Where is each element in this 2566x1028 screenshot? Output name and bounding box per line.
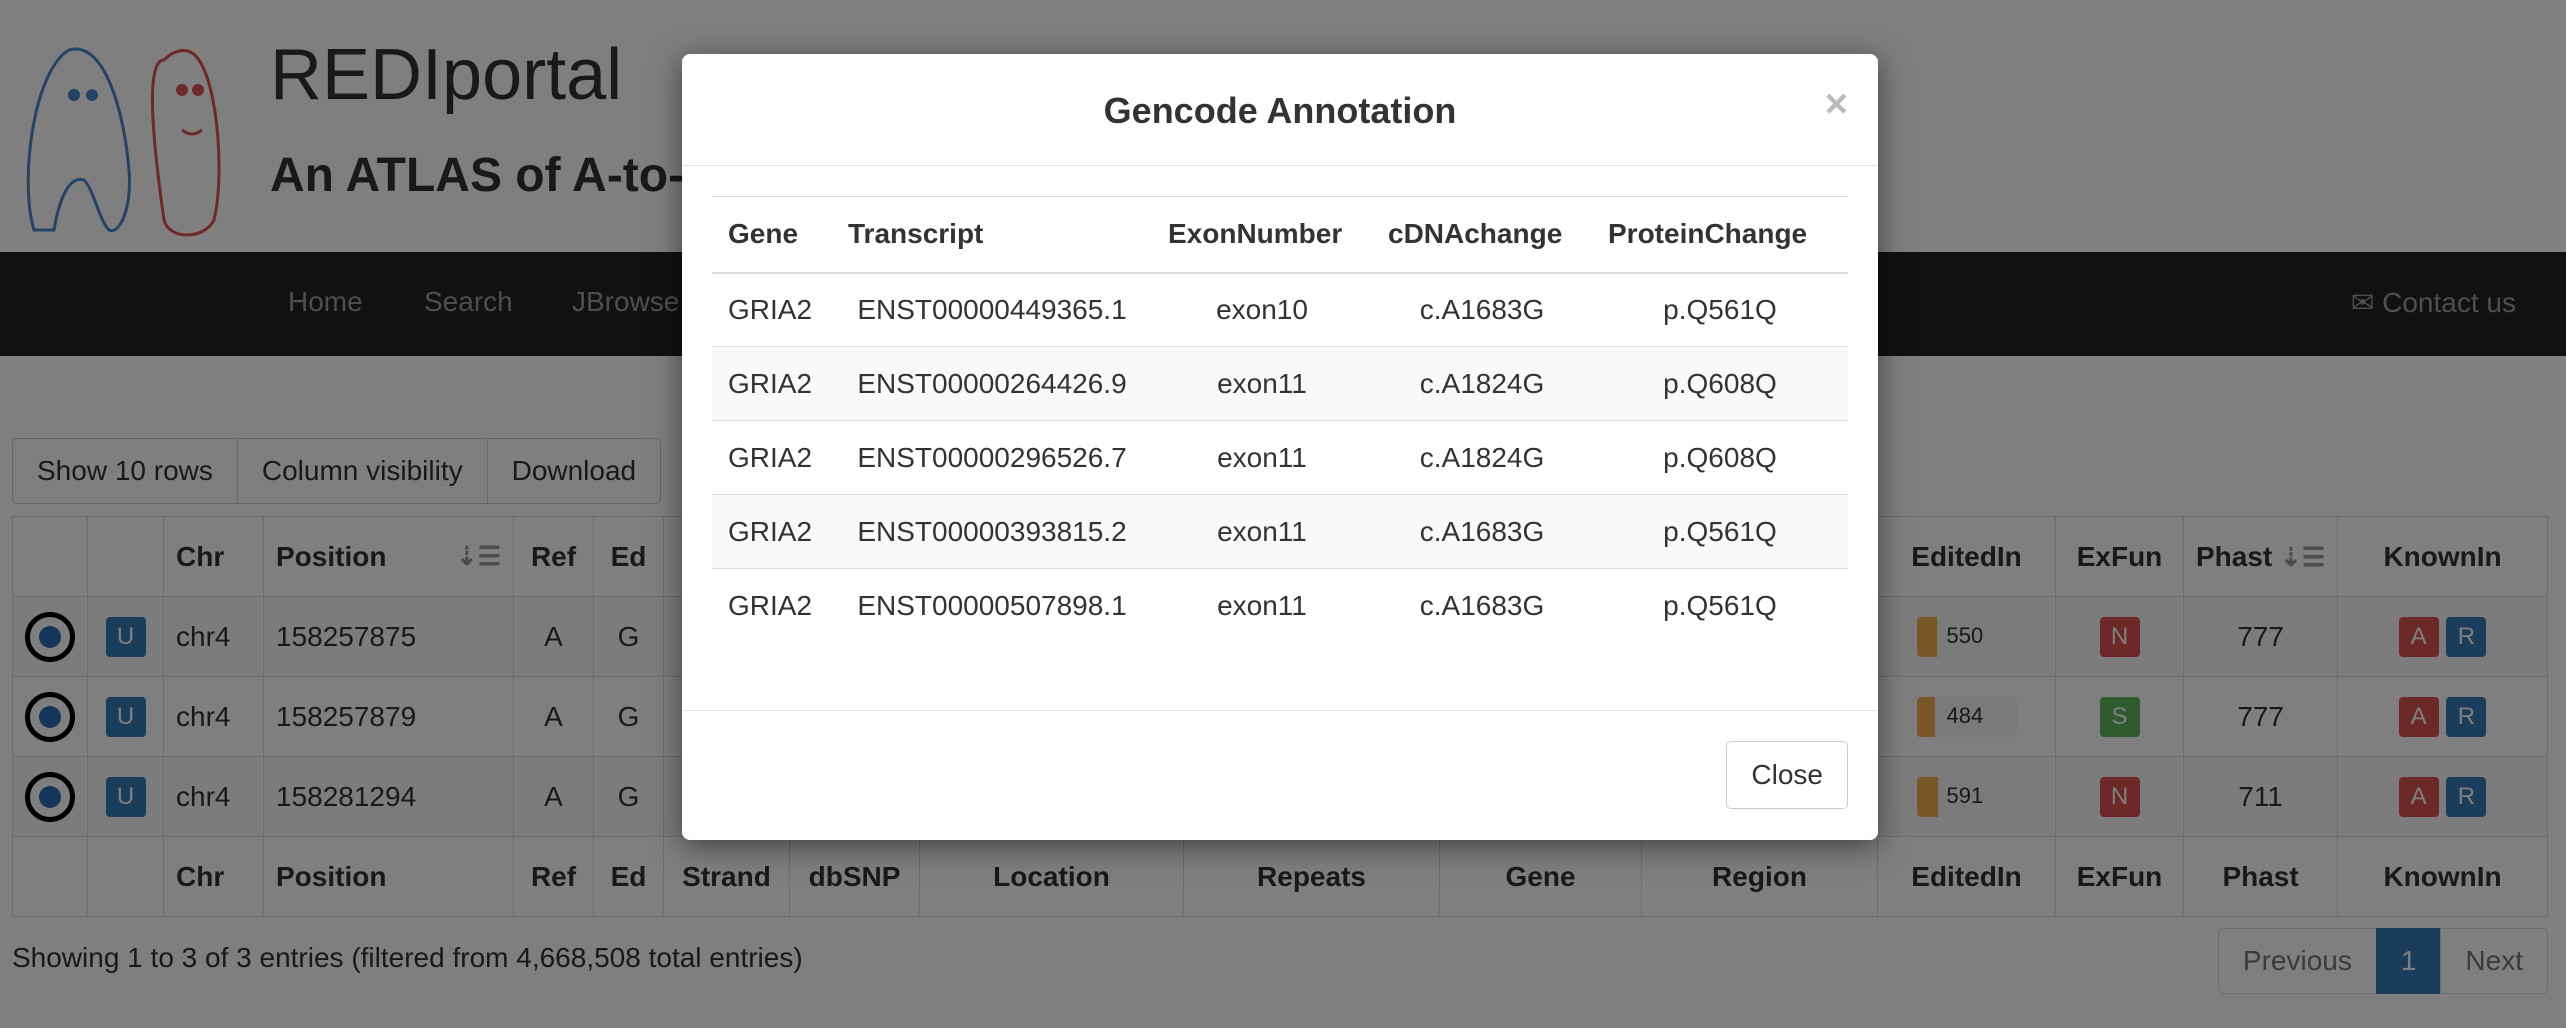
anno-cdna: c.A1824G <box>1372 420 1592 495</box>
anno-cdna: c.A1824G <box>1372 346 1592 421</box>
modal-title: Gencode Annotation <box>1103 90 1457 131</box>
anno-cdna: c.A1683G <box>1419 589 1545 621</box>
close-icon[interactable]: × <box>1825 82 1848 127</box>
annotation-row: GRIA2 ENST00000264426.9 exon11 c.A1824G p.Q6… <box>712 346 1848 421</box>
annotation-row: GRIA2 ENST00000393815.2 exon11 c.A1683G p.Q5… <box>712 494 1848 569</box>
modal-body: Gene Transcript ExonNumber cDNAchange Pr… <box>712 196 1848 643</box>
anno-gene: GRIA2 <box>728 589 813 621</box>
anno-transcript: ENST00000507898.1 <box>857 589 1127 621</box>
modal-header: Gencode Annotation × <box>682 54 1878 166</box>
anno-exon: exon11 <box>1152 420 1372 495</box>
anno-exon: exon11 <box>1217 589 1307 621</box>
anno-header-gene: Gene <box>712 196 832 274</box>
anno-exon: exon11 <box>1152 346 1372 421</box>
anno-exon: exon11 <box>1152 494 1372 569</box>
annotation-row: GRIA2 ENST00000507898.1 exon11 c.A1683G p.Q5… <box>712 569 1848 643</box>
anno-protein: p.Q561Q <box>1663 589 1777 621</box>
annotation-row: GRIA2 ENST00000296526.7 exon11 c.A1824G p.Q6… <box>712 420 1848 495</box>
close-button[interactable]: Close <box>1726 741 1848 809</box>
anno-exon: exon10 <box>1152 272 1372 347</box>
anno-protein: p.Q561Q <box>1592 494 1848 569</box>
modal-footer: Close <box>682 710 1878 840</box>
anno-transcript: ENST00000393815.2 <box>832 494 1152 569</box>
anno-transcript: ENST00000296526.7 <box>832 420 1152 495</box>
anno-gene: GRIA2 <box>712 272 832 347</box>
annotation-header-row: Gene Transcript ExonNumber cDNAchange Pr… <box>712 196 1848 274</box>
annotation-row: GRIA2 ENST00000449365.1 exon10 c.A1683G p.Q5… <box>712 272 1848 347</box>
anno-transcript: ENST00000264426.9 <box>832 346 1152 421</box>
anno-protein: p.Q608Q <box>1592 346 1848 421</box>
anno-cdna: c.A1683G <box>1372 494 1592 569</box>
anno-protein: p.Q608Q <box>1592 420 1848 495</box>
anno-gene: GRIA2 <box>712 494 832 569</box>
anno-header-proteinchange: ProteinChange <box>1592 196 1848 274</box>
anno-protein: p.Q561Q <box>1592 272 1848 347</box>
anno-header-transcript: Transcript <box>832 196 1152 274</box>
anno-gene: GRIA2 <box>712 346 832 421</box>
gencode-annotation-modal: Gencode Annotation × Gene Transcript Exo… <box>682 54 1878 840</box>
anno-transcript: ENST00000449365.1 <box>832 272 1152 347</box>
anno-cdna: c.A1683G <box>1372 272 1592 347</box>
annotation-table: Gene Transcript ExonNumber cDNAchange Pr… <box>712 196 1848 643</box>
anno-header-exonnumber: ExonNumber <box>1152 196 1372 274</box>
anno-header-cdnachange: cDNAchange <box>1372 196 1592 274</box>
anno-gene: GRIA2 <box>712 420 832 495</box>
